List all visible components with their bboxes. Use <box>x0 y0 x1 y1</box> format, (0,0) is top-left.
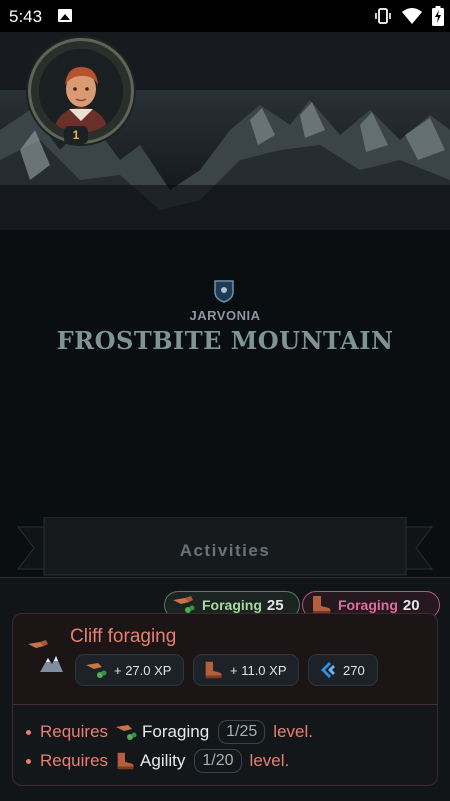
skill-chip-label: Foraging <box>202 597 262 613</box>
location-title: FROSTBITE MOUNTAIN <box>56 326 394 355</box>
requirement-value: 1/20 <box>194 749 242 773</box>
status-time: 5:43 <box>9 7 43 26</box>
requirement-prefix: Requires <box>40 722 109 741</box>
bullet-dot <box>26 758 31 764</box>
reward-label: + 11.0 XP <box>230 662 287 678</box>
vibrate-icon <box>375 8 391 24</box>
requirement-skill: Agility <box>140 751 186 770</box>
requirement-suffix: level. <box>273 722 313 741</box>
agility-swoosh-icon <box>321 662 335 678</box>
requirement-row: Requires Foraging 1/25 level. <box>26 719 313 745</box>
skill-chip-label: Foraging <box>338 597 398 613</box>
reward-label: 270 <box>343 662 365 678</box>
battery-icon <box>432 6 444 26</box>
requirement-prefix: Requires <box>40 751 109 770</box>
image-icon <box>58 9 72 22</box>
bullet-dot <box>26 729 31 735</box>
reward-agility-xp: + 11.0 XP <box>193 654 299 686</box>
skill-chip-level: 25 <box>266 596 284 614</box>
region-name: JARVONIA <box>189 308 261 323</box>
region-shield-icon <box>214 280 234 303</box>
player-level-badge: 1 <box>64 126 88 144</box>
requirement-suffix: level. <box>249 751 290 770</box>
requirement-value: 1/25 <box>218 720 266 744</box>
agility-boot-icon <box>205 661 222 679</box>
section-title: Activities <box>179 541 271 560</box>
reward-label: + 27.0 XP <box>114 662 172 678</box>
reward-mastery: 270 <box>308 654 378 686</box>
reward-foraging-xp: + 27.0 XP <box>75 654 184 686</box>
activity-title: Cliff foraging <box>70 626 177 647</box>
avatar-portrait <box>39 49 123 133</box>
agility-boot-icon <box>117 752 134 770</box>
status-bar: 5:43 <box>0 0 450 32</box>
skill-chip-level: 20 <box>402 596 420 614</box>
mountain-icon <box>40 656 63 672</box>
foraging-icon <box>86 663 107 678</box>
foraging-icon <box>116 725 137 740</box>
requirement-row: Requires Agility 1/20 level. <box>26 748 289 774</box>
wifi-icon <box>402 8 422 24</box>
requirement-skill: Foraging <box>142 722 210 741</box>
